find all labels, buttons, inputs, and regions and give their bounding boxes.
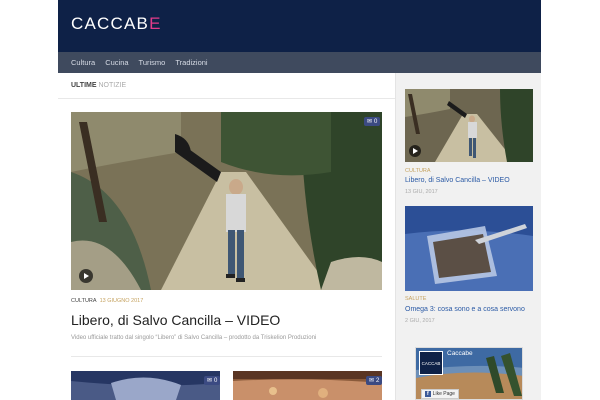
section-heading-light: NOTIZIE xyxy=(98,82,127,89)
nav-item-cultura[interactable]: Cultura xyxy=(71,58,95,67)
comment-count-badge[interactable]: ✉ 2 xyxy=(366,376,382,385)
sidebar-post-title-2[interactable]: Omega 3: cosa sono e a cosa servono xyxy=(405,306,537,313)
featured-post-title[interactable]: Libero, di Salvo Cancilla – VIDEO xyxy=(71,312,280,328)
section-heading-bold: ULTIME xyxy=(71,82,97,89)
grid-post-image-1[interactable]: ✉ 0 xyxy=(71,371,220,400)
facebook-f-icon: f xyxy=(425,391,431,397)
site-wrapper: CACCABE Cultura Cucina Turismo Tradizion… xyxy=(58,0,541,400)
sidebar-photo-1 xyxy=(405,89,533,162)
featured-post-meta: CULTURA 13 GIUGNO 2017 xyxy=(71,298,143,304)
facebook-page-logo: CACCAB xyxy=(419,351,443,375)
post-date: 13 GIUGNO 2017 xyxy=(99,298,144,304)
featured-photo xyxy=(71,112,382,290)
site-header: CACCABE xyxy=(58,0,541,52)
site-logo[interactable]: CACCABE xyxy=(71,14,162,34)
nav-item-turismo[interactable]: Turismo xyxy=(139,58,166,67)
nav-item-cucina[interactable]: Cucina xyxy=(105,58,128,67)
comment-count-badge[interactable]: ✉ 0 xyxy=(364,117,381,126)
play-icon[interactable] xyxy=(79,269,93,283)
comment-icon: ✉ xyxy=(367,119,373,125)
page-margin-left xyxy=(0,0,58,400)
sidebar-post-image-1[interactable] xyxy=(405,89,533,162)
sidebar-post-category-1[interactable]: CULTURA xyxy=(405,168,431,174)
comment-icon: ✉ xyxy=(369,378,375,384)
post-divider xyxy=(71,356,382,357)
grid-photo-2 xyxy=(233,371,382,400)
facebook-page-widget[interactable]: CACCAB Caccabe f Like Page xyxy=(415,347,523,400)
facebook-like-button[interactable]: f Like Page xyxy=(421,389,459,399)
sidebar-post-date-1: 13 GIU, 2017 xyxy=(405,189,438,195)
nav-item-tradizioni[interactable]: Tradizioni xyxy=(175,58,207,67)
play-icon[interactable] xyxy=(409,145,421,157)
section-heading: ULTIME NOTIZIE xyxy=(58,73,395,99)
sidebar-post-date-2: 2 GIU, 2017 xyxy=(405,318,435,324)
sidebar-photo-2 xyxy=(405,206,533,291)
main-content: ULTIME NOTIZIE ✉ 0 CULTURA 13 GIUGNO 201… xyxy=(58,73,395,400)
sidebar: CULTURA Libero, di Salvo Cancilla – VIDE… xyxy=(395,73,541,400)
grid-photo-1 xyxy=(71,371,220,400)
comment-count-badge[interactable]: ✉ 0 xyxy=(204,376,220,385)
sidebar-post-image-2[interactable] xyxy=(405,206,533,291)
facebook-page-name[interactable]: Caccabe xyxy=(447,350,473,357)
main-nav: Cultura Cucina Turismo Tradizioni xyxy=(58,52,541,73)
page-margin-right xyxy=(541,0,600,400)
sidebar-post-category-2[interactable]: SALUTE xyxy=(405,296,426,302)
grid-post-image-2[interactable]: ✉ 2 xyxy=(233,371,382,400)
featured-post-image[interactable]: ✉ 0 xyxy=(71,112,382,290)
post-category-link[interactable]: CULTURA xyxy=(71,298,97,304)
featured-post-excerpt: Video ufficiale tratto dal singolo “Libe… xyxy=(71,335,317,341)
sidebar-post-title-1[interactable]: Libero, di Salvo Cancilla – VIDEO xyxy=(405,177,537,184)
comment-icon: ✉ xyxy=(207,378,213,384)
